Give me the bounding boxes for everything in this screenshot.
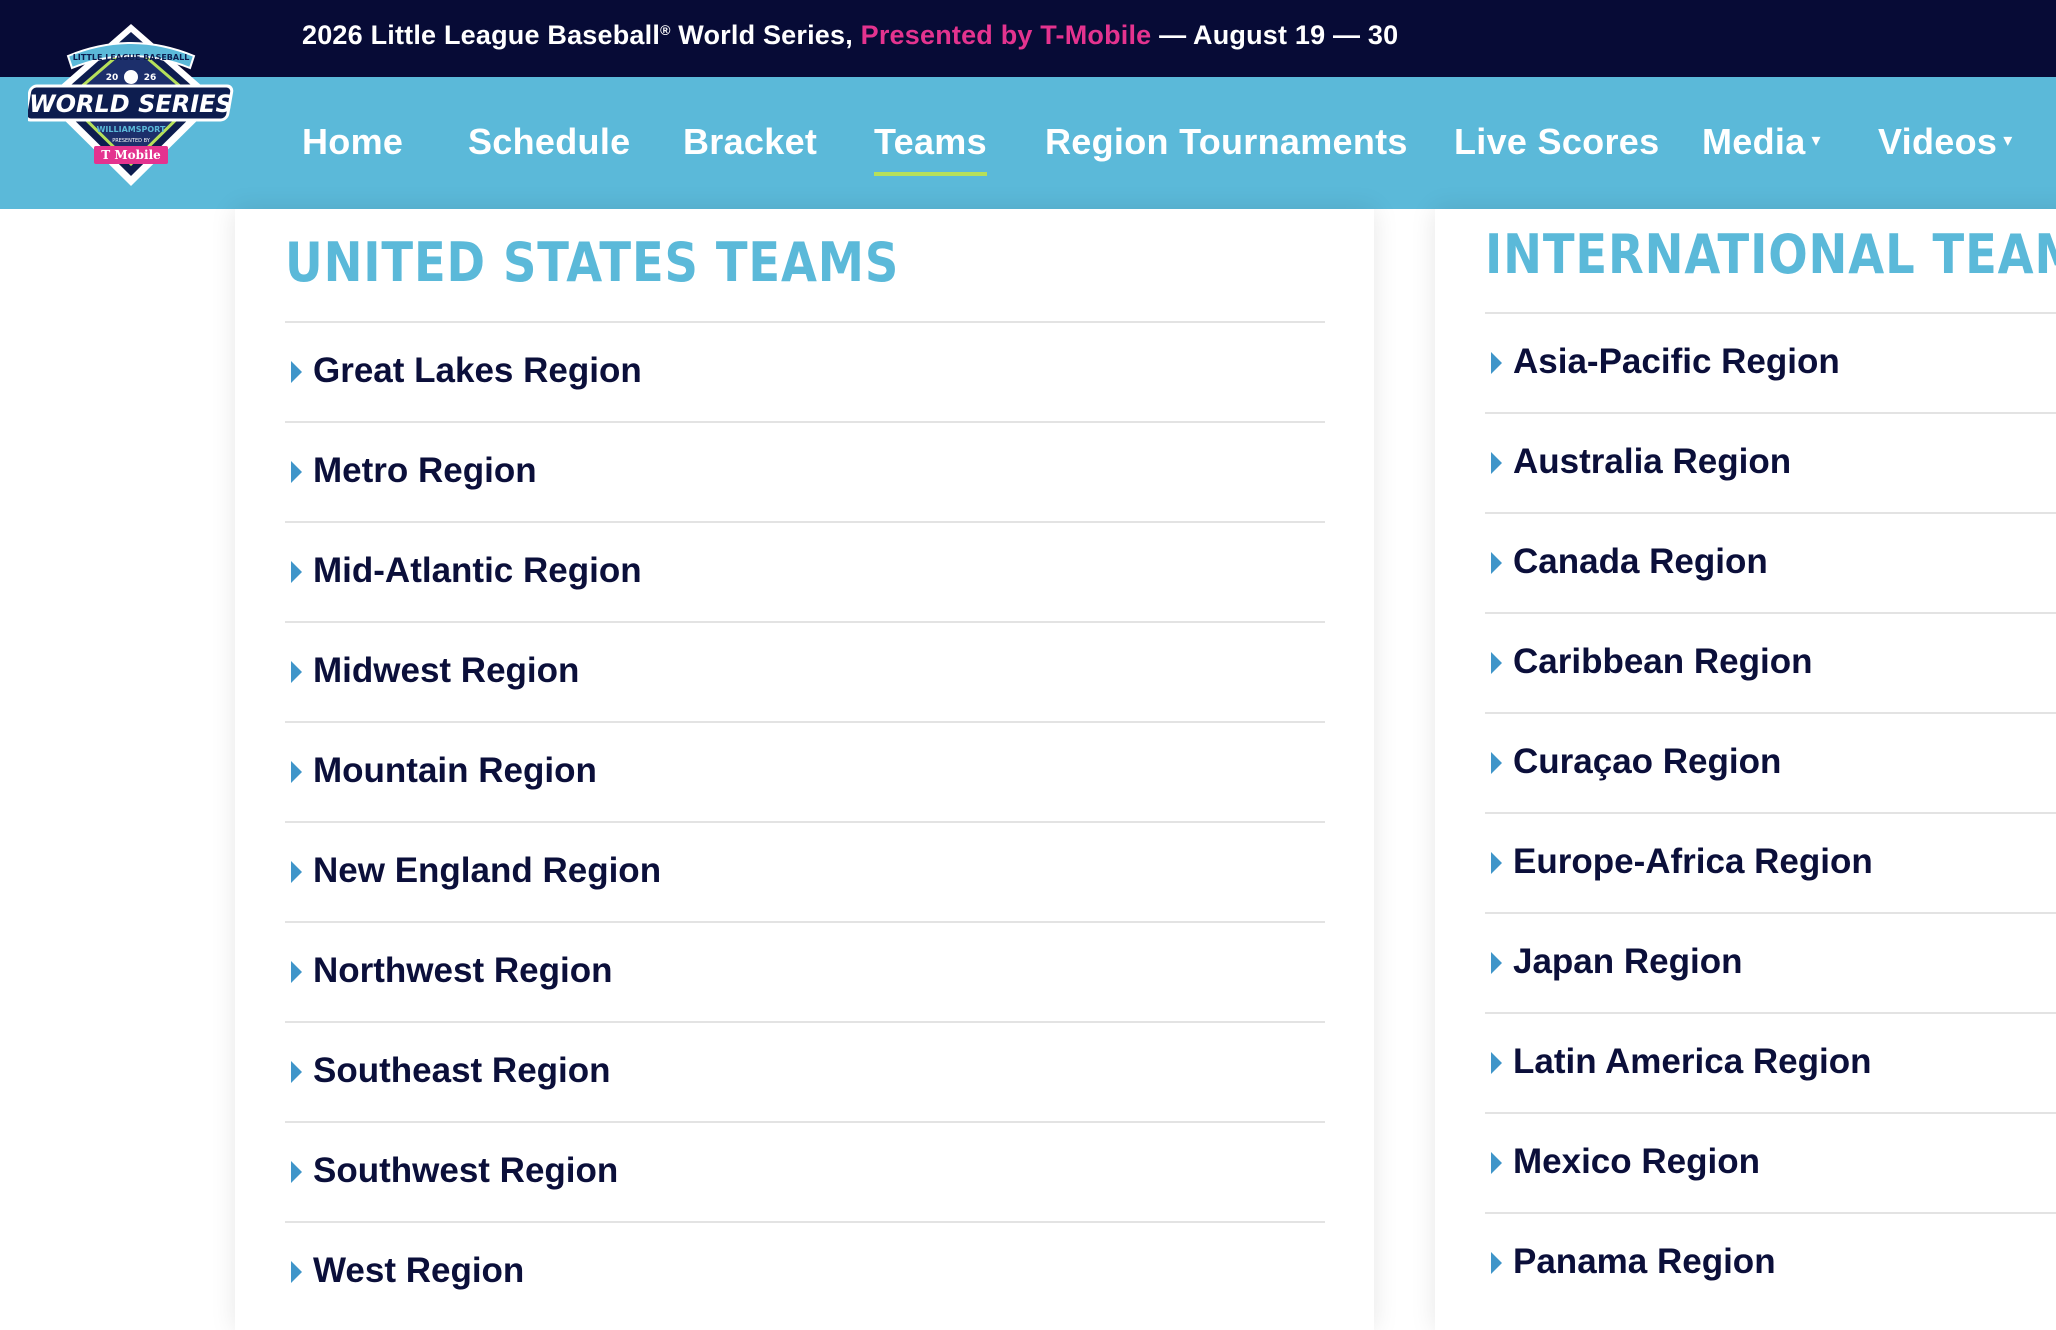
nav-home[interactable]: Home <box>302 121 403 163</box>
chevron-down-icon: ▾ <box>1811 130 1821 150</box>
logo-year-left: 20 <box>106 73 119 83</box>
region-label: Great Lakes Region <box>313 351 642 390</box>
caret-right-icon <box>1491 552 1502 574</box>
region-item-europe-africa[interactable]: Europe-Africa Region <box>1485 812 2056 912</box>
region-item-caribbean[interactable]: Caribbean Region <box>1485 612 2056 712</box>
region-item-curacao[interactable]: Curaçao Region <box>1485 712 2056 812</box>
caret-right-icon <box>1491 752 1502 774</box>
united-states-teams-panel: UNITED STATES TEAMS Great Lakes Region M… <box>235 209 1374 1330</box>
caret-right-icon <box>291 1061 302 1083</box>
caret-right-icon <box>291 961 302 983</box>
caret-right-icon <box>1491 1152 1502 1174</box>
nav-videos-label: Videos <box>1878 121 1998 162</box>
region-label: Panama Region <box>1513 1242 1776 1281</box>
caret-right-icon <box>1491 952 1502 974</box>
region-label: New England Region <box>313 851 662 890</box>
logo-presented-by: PRESENTED BY <box>112 138 151 144</box>
region-label: Europe-Africa Region <box>1513 842 1873 881</box>
announcement-prefix: 2026 Little League Baseball <box>302 20 661 50</box>
region-item-northwest[interactable]: Northwest Region <box>285 921 1325 1021</box>
main-navigation: Home Schedule Bracket Teams Region Tourn… <box>0 77 2056 209</box>
caret-right-icon <box>291 1261 302 1283</box>
region-item-panama[interactable]: Panama Region <box>1485 1212 2056 1312</box>
logo-year-right: 26 <box>144 73 157 83</box>
region-label: Australia Region <box>1513 442 1792 481</box>
chevron-down-icon: ▾ <box>2003 130 2013 150</box>
caret-right-icon <box>291 761 302 783</box>
caret-right-icon <box>1491 452 1502 474</box>
caret-right-icon <box>291 661 302 683</box>
region-item-mexico[interactable]: Mexico Region <box>1485 1112 2056 1212</box>
region-item-asia-pacific[interactable]: Asia-Pacific Region <box>1485 312 2056 412</box>
region-label: Mid-Atlantic Region <box>313 551 642 590</box>
region-label: Northwest Region <box>313 951 613 990</box>
region-item-mountain[interactable]: Mountain Region <box>285 721 1325 821</box>
region-label: Latin America Region <box>1513 1042 1872 1081</box>
caret-right-icon <box>1491 852 1502 874</box>
presented-by-tmobile: Presented by T-Mobile <box>860 20 1152 50</box>
announcement-middle: World Series, <box>670 20 861 50</box>
region-label: Southeast Region <box>313 1051 611 1090</box>
region-item-southeast[interactable]: Southeast Region <box>285 1021 1325 1121</box>
world-series-logo[interactable]: LITTLE LEAGUE BASEBALL 20 26 WORLD SERIE… <box>28 22 234 188</box>
region-item-new-england[interactable]: New England Region <box>285 821 1325 921</box>
registered-mark: ® <box>660 22 671 38</box>
top-announcement-bar: 2026 Little League Baseball® World Serie… <box>0 0 2056 77</box>
caret-right-icon <box>1491 1252 1502 1274</box>
us-teams-title: UNITED STATES TEAMS <box>285 231 900 294</box>
region-label: Mountain Region <box>313 751 597 790</box>
caret-right-icon <box>291 361 302 383</box>
region-label: Southwest Region <box>313 1151 619 1190</box>
caret-right-icon <box>1491 352 1502 374</box>
region-label: West Region <box>313 1251 525 1290</box>
region-item-west[interactable]: West Region <box>285 1221 1325 1321</box>
us-region-list: Great Lakes Region Metro Region Mid-Atla… <box>285 321 1325 1321</box>
logo-location: WILLIAMSPORT <box>97 125 166 134</box>
region-label: Japan Region <box>1513 942 1743 981</box>
region-label: Caribbean Region <box>1513 642 1813 681</box>
nav-bracket[interactable]: Bracket <box>683 121 817 163</box>
region-item-midwest[interactable]: Midwest Region <box>285 621 1325 721</box>
region-item-great-lakes[interactable]: Great Lakes Region <box>285 321 1325 421</box>
region-item-canada[interactable]: Canada Region <box>1485 512 2056 612</box>
caret-right-icon <box>291 1161 302 1183</box>
region-label: Asia-Pacific Region <box>1513 342 1840 381</box>
nav-schedule[interactable]: Schedule <box>468 121 630 163</box>
logo-arc-text: LITTLE LEAGUE BASEBALL <box>73 53 190 62</box>
caret-right-icon <box>291 861 302 883</box>
nav-live-scores[interactable]: Live Scores <box>1454 121 1659 163</box>
international-teams-panel: INTERNATIONAL TEAMS Asia-Pacific Region … <box>1435 209 2056 1330</box>
international-region-list: Asia-Pacific Region Australia Region Can… <box>1485 312 2056 1312</box>
region-label: Mexico Region <box>1513 1142 1760 1181</box>
region-item-latin-america[interactable]: Latin America Region <box>1485 1012 2056 1112</box>
nav-media-label: Media <box>1702 121 1806 162</box>
caret-right-icon <box>291 461 302 483</box>
region-label: Midwest Region <box>313 651 580 690</box>
announcement-text: 2026 Little League Baseball® World Serie… <box>302 20 1398 51</box>
nav-videos[interactable]: Videos ▾ <box>1878 121 2013 163</box>
caret-right-icon <box>1491 1052 1502 1074</box>
announcement-dates: — August 19 — 30 <box>1151 20 1399 50</box>
region-item-southwest[interactable]: Southwest Region <box>285 1121 1325 1221</box>
international-teams-title: INTERNATIONAL TEAMS <box>1485 223 2056 286</box>
logo-title: WORLD SERIES <box>29 90 233 118</box>
region-item-japan[interactable]: Japan Region <box>1485 912 2056 1012</box>
region-item-mid-atlantic[interactable]: Mid-Atlantic Region <box>285 521 1325 621</box>
region-item-australia[interactable]: Australia Region <box>1485 412 2056 512</box>
nav-teams[interactable]: Teams <box>874 121 987 176</box>
caret-right-icon <box>1491 652 1502 674</box>
region-label: Metro Region <box>313 451 537 490</box>
nav-region-tournaments[interactable]: Region Tournaments <box>1045 121 1408 163</box>
logo-sponsor: T Mobile <box>101 148 161 162</box>
nav-media[interactable]: Media ▾ <box>1702 121 1821 163</box>
region-label: Curaçao Region <box>1513 742 1782 781</box>
region-label: Canada Region <box>1513 542 1768 581</box>
caret-right-icon <box>291 561 302 583</box>
region-item-metro[interactable]: Metro Region <box>285 421 1325 521</box>
